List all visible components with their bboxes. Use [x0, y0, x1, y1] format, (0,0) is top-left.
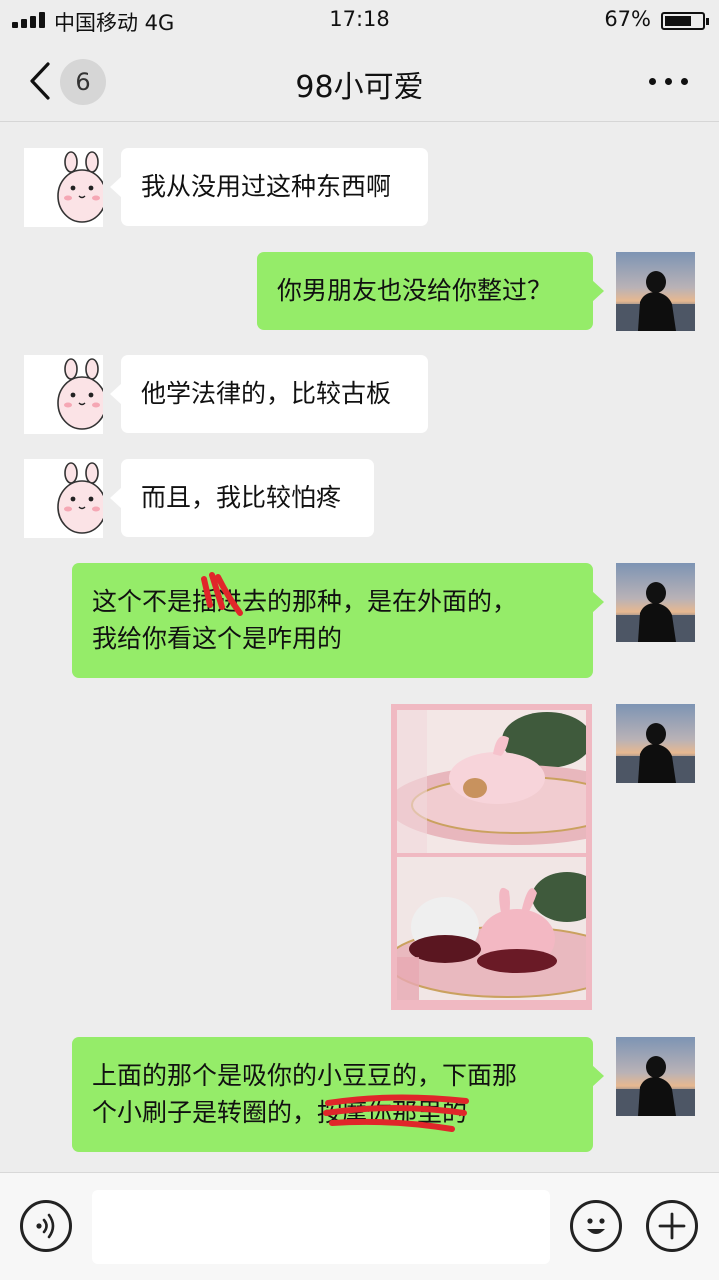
bunny-avatar-icon [24, 148, 103, 227]
image-message[interactable] [391, 704, 592, 1010]
contact-avatar[interactable] [24, 355, 103, 434]
message-text: 我从没用过这种东西啊 [141, 172, 392, 201]
user-avatar-icon [616, 1037, 695, 1116]
bunny-avatar-icon [24, 459, 103, 538]
message-bubble-outgoing[interactable]: 上面的那个是吸你的小豆豆的，下面那 个小刷子是转圈的，按摩你那里的 [72, 1037, 604, 1152]
plus-icon [658, 1212, 686, 1240]
voice-icon [36, 1213, 55, 1239]
bunny-avatar-icon [24, 355, 103, 434]
message-bubble-incoming[interactable]: 他学法律的，比较古板 [110, 355, 428, 433]
battery-icon [661, 12, 709, 30]
more-button[interactable] [649, 74, 689, 88]
message-bubble-incoming[interactable]: 而且，我比较怕疼 [110, 459, 374, 537]
message-text-line: 上面的那个是吸你的小豆豆的，下面那 [92, 1061, 518, 1090]
voice-button[interactable] [20, 1200, 72, 1252]
emoji-button[interactable] [570, 1200, 622, 1252]
my-avatar[interactable] [616, 252, 695, 331]
message-text-line: 这个不是插进去的那种，是在外面的， [92, 587, 518, 616]
battery-percent: 67% [604, 7, 651, 31]
message-text: 你男朋友也没给你整过？ [277, 276, 553, 305]
product-photo-bottom[interactable] [397, 857, 586, 1000]
plus-button[interactable] [646, 1200, 698, 1252]
user-avatar-icon [616, 252, 695, 331]
product-photo-icon [397, 710, 586, 853]
message-text-line: 我给你看这个是咋用的 [92, 624, 343, 653]
my-avatar[interactable] [616, 1037, 695, 1116]
message-text-line: 个小刷子是转圈的，按摩你那里的 [92, 1098, 468, 1127]
chat-header: 6 98小可爱 [0, 40, 719, 122]
status-bar: 中国移动 4G 17:18 67% [0, 0, 719, 40]
message-input[interactable] [92, 1190, 550, 1264]
contact-avatar[interactable] [24, 459, 103, 538]
emoji-icon [587, 1218, 605, 1234]
product-photo-top[interactable] [397, 710, 586, 853]
message-bubble-outgoing[interactable]: 这个不是插进去的那种，是在外面的， 我给你看这个是咋用的 [72, 563, 604, 678]
product-photo-icon [397, 857, 586, 1000]
user-avatar-icon [616, 563, 695, 642]
contact-avatar[interactable] [24, 148, 103, 227]
user-avatar-icon [616, 704, 695, 783]
message-bubble-incoming[interactable]: 我从没用过这种东西啊 [110, 148, 428, 226]
message-text: 他学法律的，比较古板 [141, 379, 392, 408]
message-text: 而且，我比较怕疼 [141, 483, 342, 512]
my-avatar[interactable] [616, 563, 695, 642]
chat-title: 98小可爱 [295, 70, 424, 105]
my-avatar[interactable] [616, 704, 695, 783]
input-bar [0, 1172, 719, 1280]
message-bubble-outgoing[interactable]: 你男朋友也没给你整过？ [257, 252, 604, 330]
